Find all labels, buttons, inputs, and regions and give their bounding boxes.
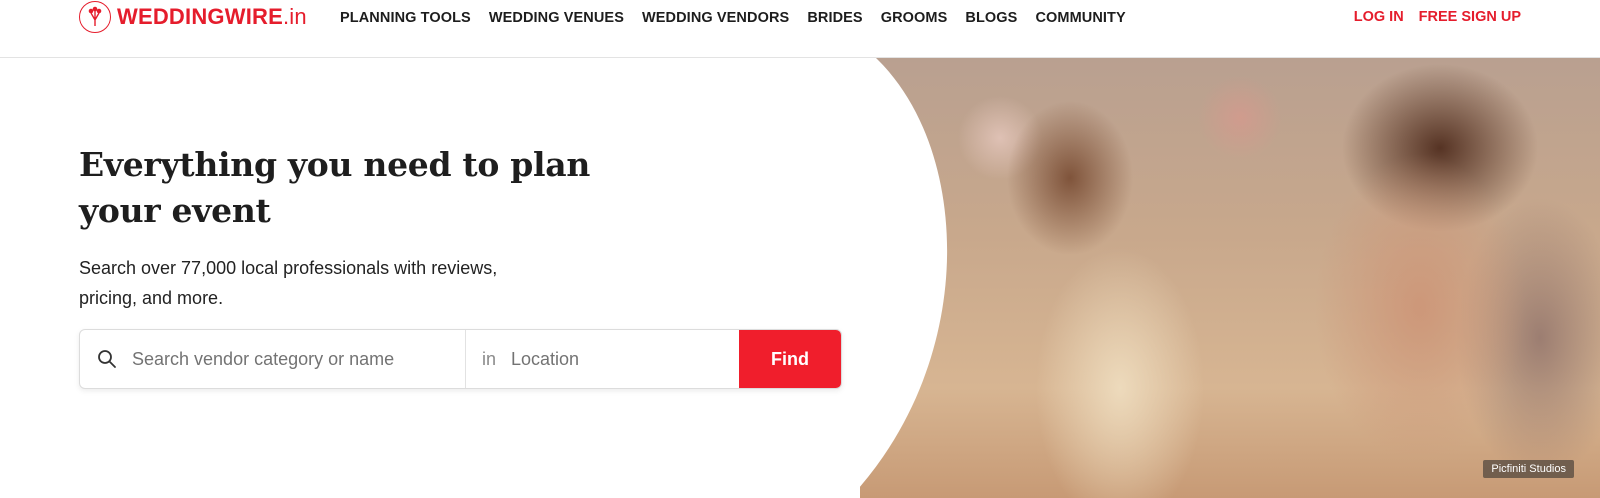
- hero-curve-mask: [860, 58, 947, 498]
- hero-subtitle: Search over 77,000 local professionals w…: [79, 258, 498, 308]
- brand-logo[interactable]: WEDDINGWIRE.in: [79, 0, 307, 34]
- signup-link[interactable]: FREE SIGN UP: [1419, 9, 1521, 25]
- find-button[interactable]: Find: [739, 330, 841, 388]
- brand-name: WEDDINGWIRE.in: [117, 4, 307, 29]
- bouquet-logo-icon: [79, 1, 111, 33]
- nav-brides[interactable]: BRIDES: [807, 10, 862, 26]
- vendor-search-field[interactable]: [80, 330, 466, 388]
- nav-planning-tools[interactable]: PLANNING TOOLS: [340, 10, 471, 26]
- location-input[interactable]: [511, 348, 712, 370]
- nav-grooms[interactable]: GROOMS: [881, 10, 948, 26]
- photo-credit: Picfiniti Studios: [1483, 460, 1574, 478]
- vendor-search-bar: in Find: [79, 329, 842, 389]
- nav-blogs[interactable]: BLOGS: [965, 10, 1017, 26]
- main-nav: PLANNING TOOLS WEDDING VENUES WEDDING VE…: [340, 0, 1144, 36]
- nav-wedding-venues[interactable]: WEDDING VENUES: [489, 10, 624, 26]
- vendor-search-input[interactable]: [132, 348, 432, 370]
- search-icon: [96, 348, 118, 370]
- login-link[interactable]: LOG IN: [1354, 9, 1404, 25]
- site-header: WEDDINGWIRE.in PLANNING TOOLS WEDDING VE…: [0, 0, 1600, 58]
- location-field[interactable]: in: [466, 330, 739, 388]
- brand-tld: .in: [282, 4, 307, 29]
- hero-photo: Picfiniti Studios: [860, 58, 1600, 498]
- auth-links: LOG IN FREE SIGN UP: [1354, 0, 1521, 34]
- nav-community[interactable]: COMMUNITY: [1035, 10, 1125, 26]
- nav-wedding-vendors[interactable]: WEDDING VENDORS: [642, 10, 789, 26]
- location-prefix: in: [482, 348, 497, 369]
- hero-title: Everything you need to plan your event: [79, 145, 591, 230]
